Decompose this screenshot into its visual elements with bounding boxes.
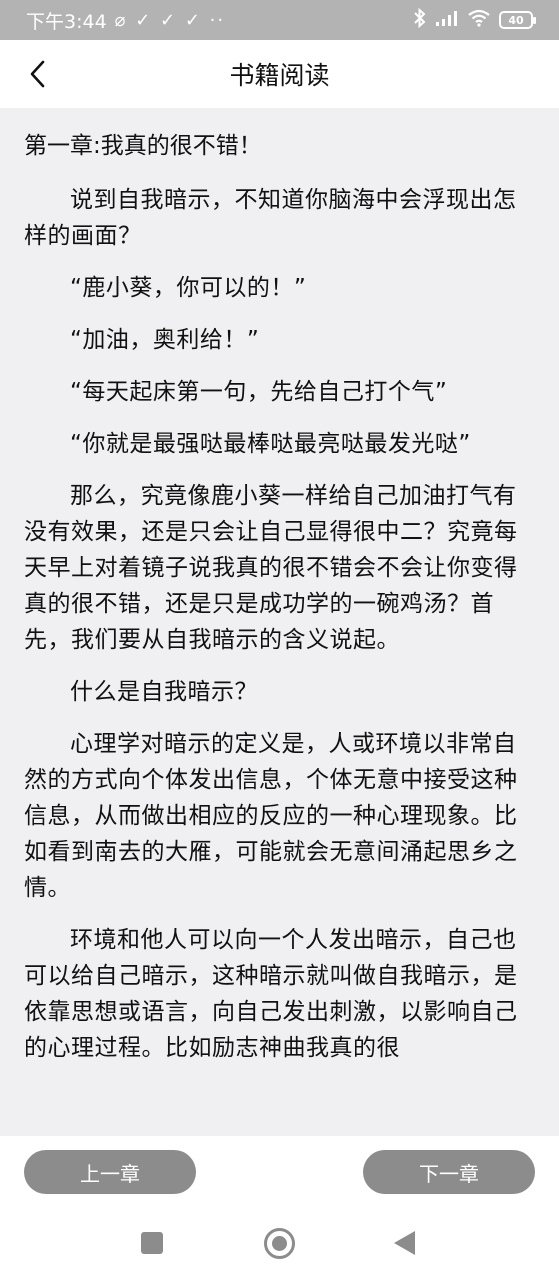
home-icon[interactable] [264, 1228, 295, 1259]
home-icon-dot [272, 1236, 287, 1251]
wifi-icon [467, 9, 491, 32]
back-button[interactable] [18, 54, 58, 94]
status-time: 下午3:44 [26, 10, 107, 33]
paragraph: “每天起床第一句，先给自己打个气” [70, 379, 448, 405]
paragraph: “你就是最强哒最棒哒最亮哒最发光哒” [70, 431, 471, 457]
reading-content[interactable]: 第一章:我真的很不错！ 说到自我暗示，不知道你脑海中会浮现出怎样的画面？ “鹿小… [0, 108, 559, 1136]
page-title: 书籍阅读 [229, 61, 330, 90]
system-nav-bar [0, 1208, 559, 1280]
system-back-icon[interactable] [394, 1231, 415, 1255]
paragraph: 说到自我暗示，不知道你脑海中会浮现出怎样的画面？ [24, 187, 517, 249]
signal-icon [435, 9, 459, 32]
paragraph: “鹿小葵，你可以的！” [70, 275, 307, 301]
next-chapter-button[interactable]: 下一章 [363, 1150, 535, 1194]
paragraph: 心理学对暗示的定义是，人或环境以非常自然的方式向个体发出信息，个体无意中接受这种… [24, 731, 518, 901]
paragraph: 什么是自我暗示？ [70, 679, 258, 705]
status-left: 下午3:44 ⌀ ✓ ✓ ✓ ·· [26, 7, 225, 34]
status-bar: 下午3:44 ⌀ ✓ ✓ ✓ ·· 40 [0, 0, 559, 40]
chapter-nav: 上一章 下一章 [0, 1136, 559, 1208]
paragraph: 那么，究竟像鹿小葵一样给自己加油打气有没有效果，还是只会让自己显得很中二？究竟每… [24, 483, 518, 653]
bluetooth-icon [413, 7, 427, 33]
battery-icon: 40 [499, 11, 536, 29]
paragraph: “加油，奥利给！” [70, 327, 260, 353]
notification-icons: ⌀ ✓ ✓ ✓ ·· [114, 9, 226, 31]
app-header: 书籍阅读 [0, 40, 559, 108]
prev-chapter-button[interactable]: 上一章 [24, 1150, 196, 1194]
paragraph: 环境和他人可以向一个人发出暗示，自己也可以给自己暗示，这种暗示就叫做自我暗示，是… [24, 927, 518, 1061]
chevron-left-icon [30, 60, 45, 88]
status-right: 40 [413, 7, 536, 33]
recent-apps-icon[interactable] [141, 1232, 163, 1254]
chapter-title: 第一章:我真的很不错！ [24, 133, 262, 159]
